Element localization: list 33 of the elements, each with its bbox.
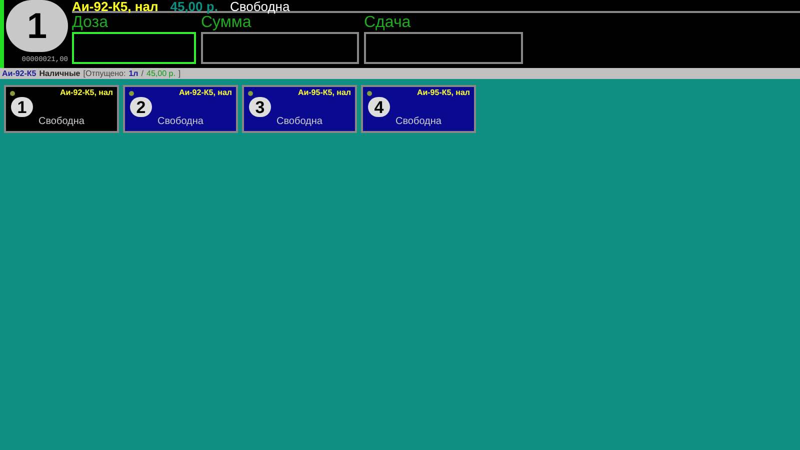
status-bracket: ]: [178, 70, 181, 78]
pump-number: 2: [130, 97, 152, 117]
input-field[interactable]: [72, 32, 196, 64]
pump-number: 4: [368, 97, 390, 117]
pump-number: 1: [6, 0, 68, 52]
pump-tile[interactable]: Аи-92-К5, нал 2 Свободна: [123, 85, 238, 133]
pump-tile[interactable]: Аи-92-К5, нал 1 Свободна: [4, 85, 119, 133]
status-volume: 1л: [128, 70, 138, 78]
status-payment: Наличные: [39, 70, 80, 78]
field-label: Сумма: [201, 14, 252, 32]
fuel-title: Аи-92-К5, нал: [72, 0, 158, 13]
pump-fuel: Аи-92-К5, нал: [178, 89, 232, 97]
status-text: Свободна: [230, 0, 290, 13]
status-separator: /: [141, 70, 144, 78]
status-amount: 45,00 р.: [146, 70, 176, 78]
field-label: Доза: [72, 14, 109, 32]
pump-number: 1: [11, 97, 33, 117]
pump-fuel: Аи-95-К5, нал: [298, 89, 351, 97]
pump-status: Свободна: [158, 117, 204, 127]
pump-tile[interactable]: Аи-95-К5, нал 4 Свободна: [361, 85, 476, 133]
pump-tile[interactable]: Аи-95-К5, нал 3 Свободна: [242, 85, 357, 133]
field-label: Сдача: [364, 14, 412, 32]
price-text: 45,00 р.: [170, 0, 218, 13]
pump-status: Свободна: [38, 117, 84, 127]
input-field[interactable]: [201, 32, 359, 64]
pump-number: 3: [249, 97, 271, 117]
pump-status: Свободна: [276, 117, 322, 127]
input-field[interactable]: [364, 32, 523, 64]
pump-fuel: Аи-95-К5, нал: [416, 89, 470, 97]
pump-fuel: Аи-92-К5, нал: [60, 89, 113, 97]
status-dispensed-label: [Отпущено:: [83, 70, 126, 78]
pump-status: Свободна: [396, 117, 442, 127]
status-fuel: Аи-92-К5: [2, 70, 36, 78]
